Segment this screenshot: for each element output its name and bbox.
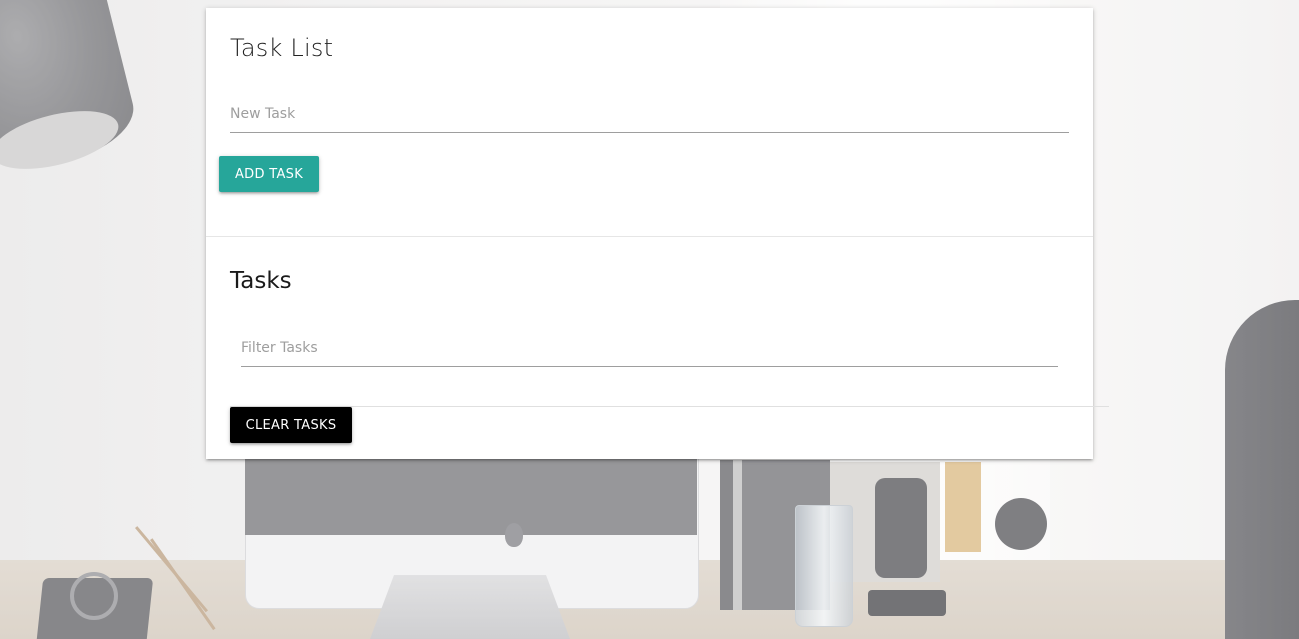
filter-tasks-input[interactable] [241, 330, 1058, 366]
task-collection [230, 406, 1109, 407]
task-list-card: Task List ADD TASK Tasks CLEAR TASKS [206, 8, 1109, 459]
clear-tasks-button[interactable]: CLEAR TASKS [230, 407, 352, 443]
add-task-button[interactable]: ADD TASK [219, 156, 319, 192]
new-task-field[interactable] [230, 96, 1069, 133]
new-task-input[interactable] [230, 96, 1069, 132]
filter-tasks-field[interactable] [241, 330, 1058, 367]
page-title: Task List [230, 34, 334, 62]
task-form-section: Task List ADD TASK [206, 8, 1093, 237]
tasks-heading: Tasks [230, 268, 292, 294]
